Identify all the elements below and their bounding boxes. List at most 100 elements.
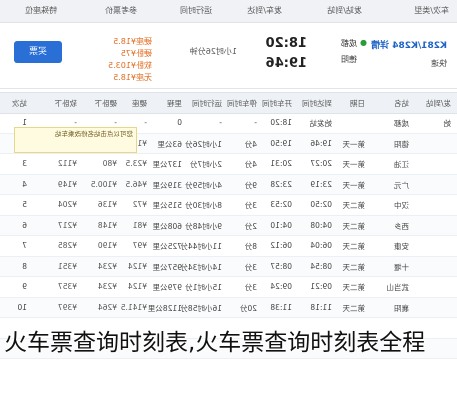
table-cell: ¥112 xyxy=(57,159,77,168)
col-header: 软卧下 xyxy=(54,99,78,108)
table-cell: 第二天 xyxy=(342,283,366,292)
table-cell: ¥100.5 xyxy=(90,179,117,189)
from-station: 成都 xyxy=(341,39,357,48)
topbar-col: 发站/到站 xyxy=(327,6,362,15)
table-cell[interactable]: 成都 xyxy=(394,118,409,129)
table-cell: 5 xyxy=(22,200,27,209)
table-cell: 3分 xyxy=(244,201,257,210)
arrive-time: 19:46 xyxy=(265,56,307,71)
table-cell: ¥80 xyxy=(102,159,117,168)
table-cell: 6 xyxy=(22,220,27,230)
table-cell[interactable]: 汉中 xyxy=(394,200,409,211)
table-cell: 9小时48分 xyxy=(185,221,222,231)
table-cell[interactable]: 德阳 xyxy=(394,139,409,150)
table-cell: 20:27 xyxy=(310,159,332,168)
table-cell: 11:38 xyxy=(270,302,292,312)
table-cell: 3分 xyxy=(244,283,257,292)
table-row: 广元 第一天 23:19 23:28 9分 4小时59分 319公里 ¥46.5 ¥100.5 ¥… xyxy=(0,174,457,195)
col-header: 站名 xyxy=(394,99,409,108)
table-cell: 63公里 xyxy=(157,139,182,149)
table-cell: 8分 xyxy=(244,242,257,251)
topbar-col: 特殊座位 xyxy=(25,6,57,15)
table-cell: - xyxy=(254,118,257,127)
table-cell[interactable]: 安康 xyxy=(394,241,409,252)
table-cell: ¥136 xyxy=(97,200,117,209)
col-header: 硬座 xyxy=(132,99,147,108)
table-cell: 10 xyxy=(17,302,27,312)
table-cell[interactable]: 十堰 xyxy=(394,262,409,273)
table-cell: 04:08 xyxy=(310,220,332,230)
table-cell: 19:50 xyxy=(270,138,292,148)
price-item: 无座¥18.5 xyxy=(113,73,152,82)
table-cell: 02:50 xyxy=(310,200,332,209)
table-cell: 09:21 xyxy=(310,282,332,291)
table-cell: 14小时34分 xyxy=(180,262,222,272)
topbar-col: 车次/类型 xyxy=(414,6,449,15)
table-cell: 4 xyxy=(22,179,27,189)
table-cell: ¥234 xyxy=(97,261,117,271)
table-cell: 06:12 xyxy=(270,241,292,250)
table-cell: ¥141.5 xyxy=(120,302,147,312)
table-cell: ¥357 xyxy=(57,282,77,291)
table-cell: 725公里 xyxy=(152,242,182,251)
col-header: 停车时间 xyxy=(227,99,257,108)
table-row: 襄阳 第二天 11:18 11:38 20分 16小时58分 1128公里 ¥141.5 ¥26… xyxy=(0,297,457,318)
topbar: 车次/类型 发站/到站 发车/到达 运行时间 参考票价 特殊座位 xyxy=(0,0,457,23)
table-cell: ¥46.5 xyxy=(125,179,147,189)
table-cell: ¥149 xyxy=(57,179,77,189)
train-number-link[interactable]: K281/K284 详情 xyxy=(371,38,447,51)
table-cell: 1小时26分 xyxy=(185,139,222,149)
table-cell: ¥204 xyxy=(57,200,77,209)
table-cell[interactable]: 西乡 xyxy=(394,221,409,232)
table-cell[interactable]: 广元 xyxy=(394,180,409,191)
table-cell: 第一天 xyxy=(342,139,366,149)
train-result-card: K281/K284 详情 快速 ● 成都 德阳 18:20 19:46 1小时2… xyxy=(0,24,457,89)
table-cell: 08:57 xyxy=(270,261,292,271)
buy-button[interactable]: 买票 xyxy=(14,41,62,63)
table-cell: 2分 xyxy=(244,221,257,231)
table-cell: ¥234 xyxy=(97,282,117,291)
table-cell: ¥351 xyxy=(57,261,77,271)
table-cell: 16小时58分 xyxy=(180,303,222,313)
table-cell: 11:18 xyxy=(310,302,332,312)
table-cell: 3 xyxy=(22,159,27,168)
col-header: 站次 xyxy=(12,99,27,108)
table-cell: 1 xyxy=(22,118,27,127)
table-cell[interactable]: 武当山 xyxy=(387,282,410,293)
table-cell: ¥97 xyxy=(132,241,147,250)
table-cell: 9 xyxy=(22,282,27,291)
table-row: 十堰 第二天 08:54 08:57 3分 14小时34分 957公里 ¥124 ¥234 ¥35… xyxy=(0,256,457,277)
table-cell: 515公里 xyxy=(152,201,182,210)
table-cell: ¥72 xyxy=(132,200,147,209)
table-cell: 4小时59分 xyxy=(185,180,222,190)
table-cell: ¥190 xyxy=(97,241,117,250)
price-item: 软卧¥103.5 xyxy=(108,61,152,70)
table-cell: 第一天 xyxy=(342,180,366,190)
table-cell: 15小时1分 xyxy=(185,283,222,292)
table-row: 江油 第一天 20:27 20:31 4分 2小时7分 137公里 ¥23.5 ¥80 ¥112 3 xyxy=(0,154,457,175)
table-cell: 8 xyxy=(22,261,27,271)
table-cell: 23:19 xyxy=(310,179,332,189)
table-cell: 979公里 xyxy=(152,283,182,292)
table-cell: 11小时44分 xyxy=(180,242,222,251)
table-cell: ¥148 xyxy=(97,220,117,230)
table-cell: 319公里 xyxy=(152,180,182,190)
table-cell: 第二天 xyxy=(342,303,366,313)
topbar-col: 参考票价 xyxy=(105,6,137,15)
table-cell: 20:31 xyxy=(270,159,292,168)
table-cell: 04:10 xyxy=(270,220,292,230)
price-item: 硬座¥18.5 xyxy=(113,37,152,46)
table-cell: - xyxy=(144,118,147,127)
table-cell: 1128公里 xyxy=(147,303,182,313)
table-cell: ¥397 xyxy=(57,302,77,312)
table-cell: 第一天 xyxy=(342,160,366,169)
table-cell: 9分 xyxy=(244,180,257,190)
table-cell: 2小时7分 xyxy=(189,160,222,169)
table-cell[interactable]: 江油 xyxy=(394,159,409,170)
col-header: 日期 xyxy=(350,99,365,108)
table-cell: 第二天 xyxy=(342,221,366,231)
table-cell: 19:46 xyxy=(310,138,332,148)
table-cell: 137公里 xyxy=(152,160,182,169)
table-cell: - xyxy=(114,118,117,127)
table-cell[interactable]: 襄阳 xyxy=(394,303,409,314)
